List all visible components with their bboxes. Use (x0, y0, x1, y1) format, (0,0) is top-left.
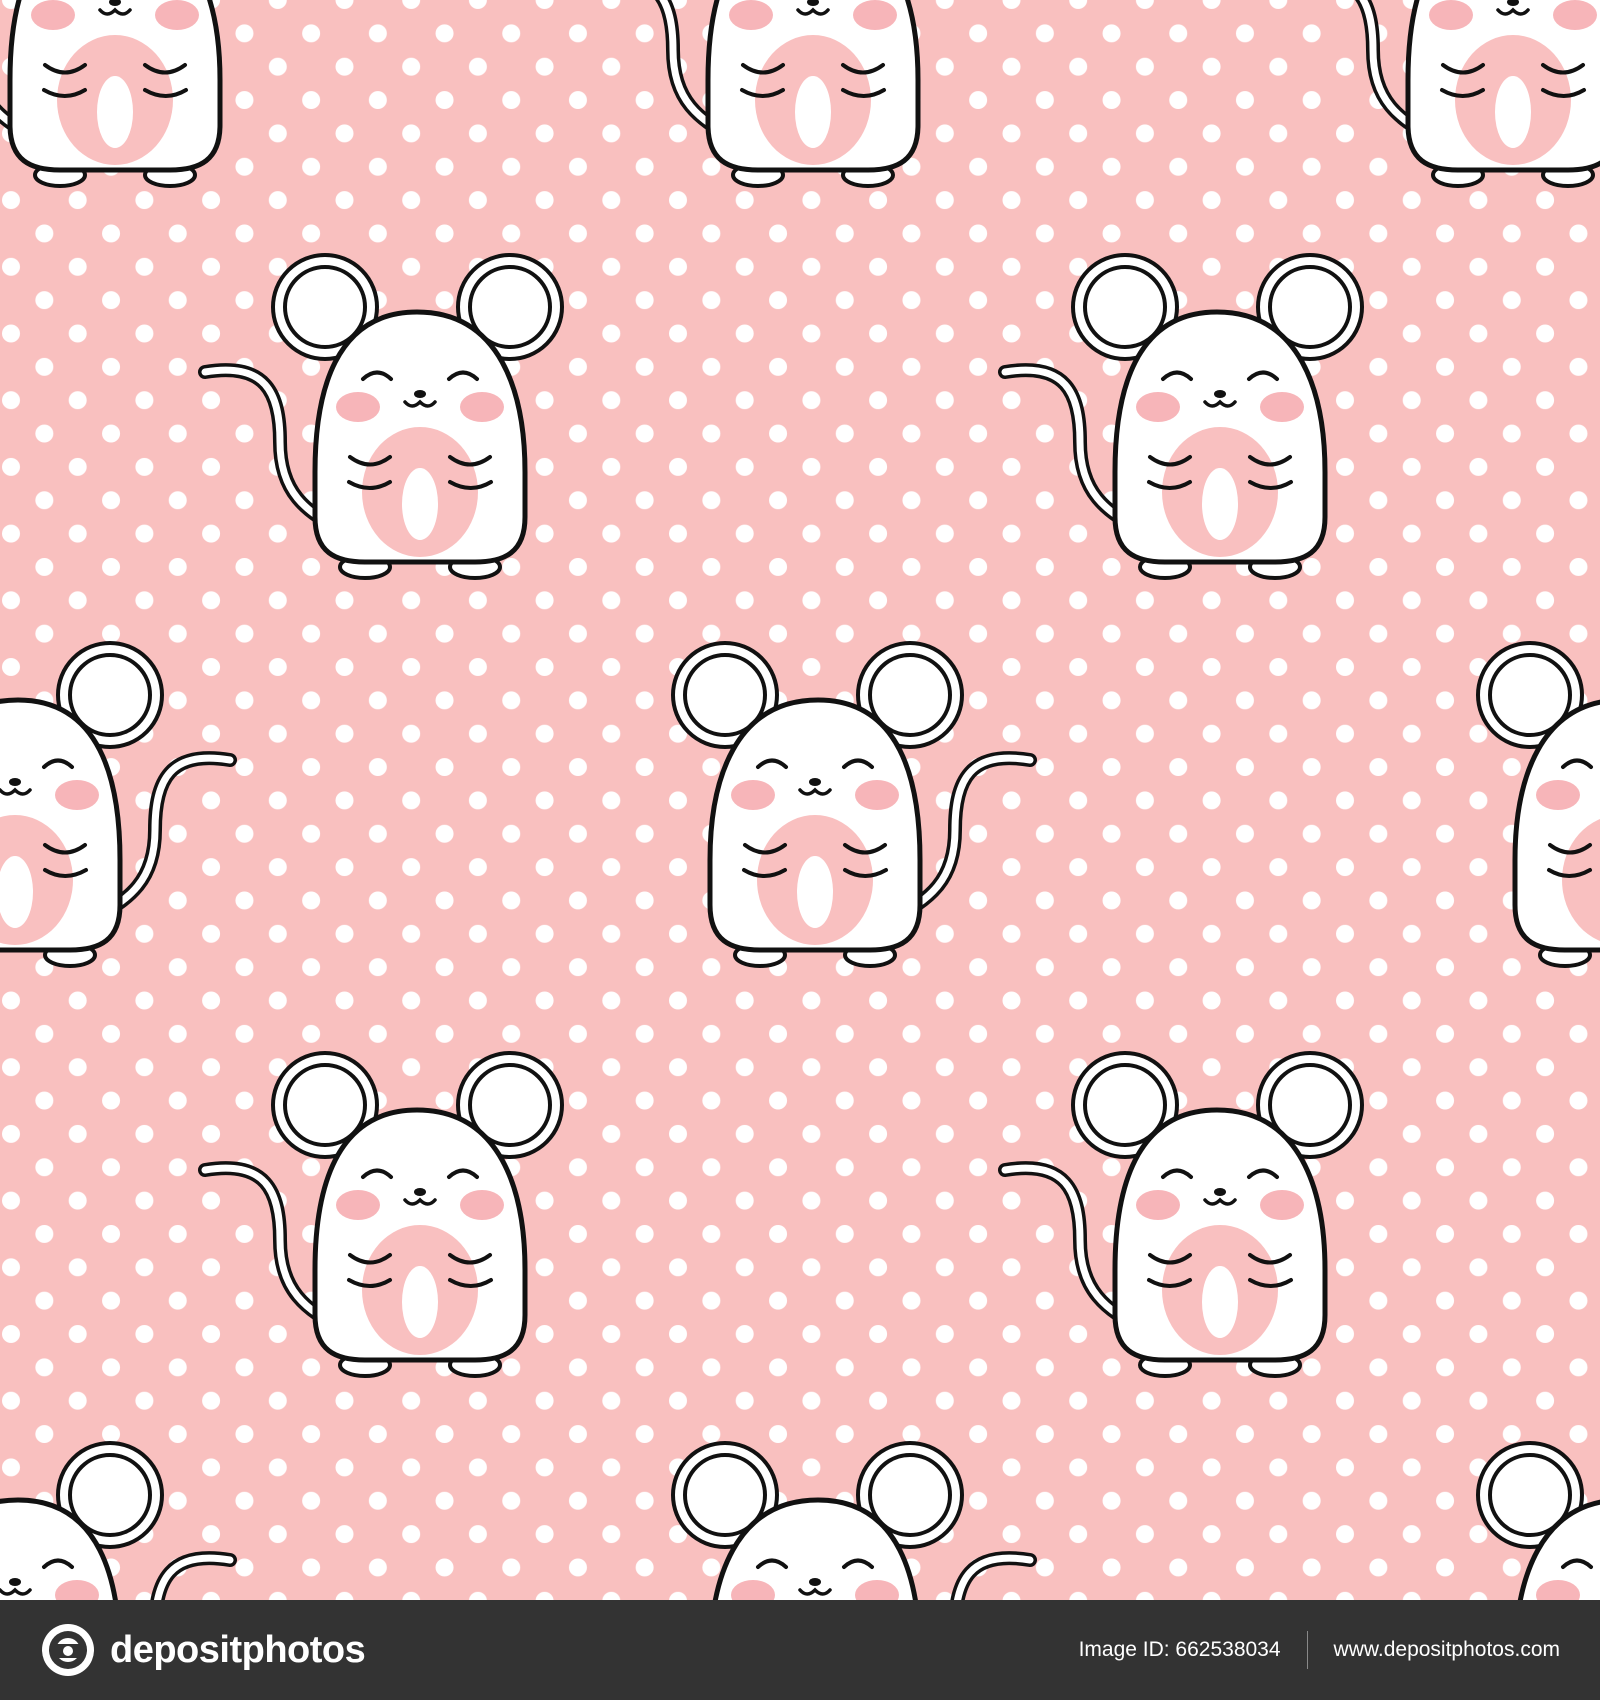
mouse-pattern (0, 0, 1600, 1600)
image-meta: Image ID: 662538034 www.depositphotos.co… (1079, 1631, 1560, 1669)
stock-footer: depositphotos Image ID: 662538034 www.de… (0, 1600, 1600, 1700)
depositphotos-logo-icon (42, 1624, 94, 1676)
stock-image: depositphotos Image ID: 662538034 www.de… (0, 0, 1600, 1700)
meta-divider (1306, 1631, 1308, 1669)
brand[interactable]: depositphotos (40, 1622, 366, 1678)
site-url-link[interactable]: www.depositphotos.com (1334, 1638, 1560, 1662)
image-id-label: Image ID: 662538034 (1078, 1638, 1281, 1661)
brand-name: depositphotos (110, 1628, 366, 1671)
